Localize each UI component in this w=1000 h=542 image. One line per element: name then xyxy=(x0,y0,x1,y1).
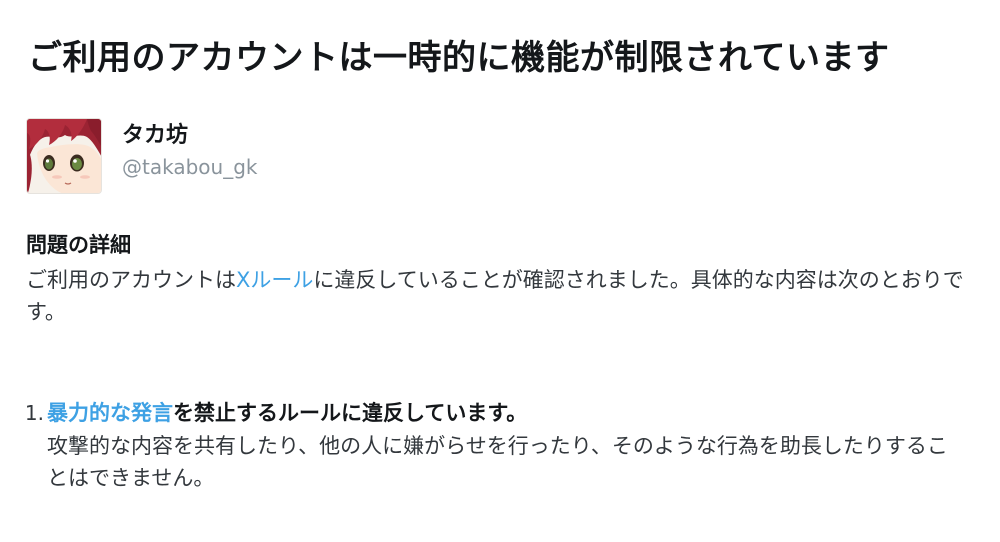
account-names: タカ坊 @takabou_gk xyxy=(122,118,257,181)
page-title: ご利用のアカウントは一時的に機能が制限されています xyxy=(28,38,890,78)
violation-description: 攻撃的な内容を共有したり、他の人に嫌がらせを行ったり、そのような行為を助長したり… xyxy=(47,434,948,490)
account-handle: @takabou_gk xyxy=(122,155,258,179)
account-card: タカ坊 @takabou_gk xyxy=(26,118,257,198)
details-description: ご利用のアカウントはXルールに違反していることが確認されました。具体的な内容は次… xyxy=(26,264,966,328)
suspension-notice: ご利用のアカウントは一時的に機能が制限されています タカ坊 @takabou_g… xyxy=(0,0,1000,542)
x-rules-link[interactable]: Xルール xyxy=(236,268,313,292)
violent-speech-link[interactable]: 暴力的な発言 xyxy=(47,401,173,425)
avatar xyxy=(26,118,102,194)
display-name: タカ坊 xyxy=(122,123,189,148)
violation-number: 1. xyxy=(24,401,44,425)
anime-avatar-icon xyxy=(27,119,101,193)
violation-body: 暴力的な発言を禁止するルールに違反しています。 攻撃的な内容を共有したり、他の人… xyxy=(47,397,967,494)
violation-title: 暴力的な発言を禁止するルールに違反しています。 xyxy=(47,397,967,429)
details-heading: 問題の詳細 xyxy=(26,233,131,257)
violation-item: 1. 暴力的な発言を禁止するルールに違反しています。 攻撃的な内容を共有したり、… xyxy=(14,397,974,494)
violation-list: 1. 暴力的な発言を禁止するルールに違反しています。 攻撃的な内容を共有したり、… xyxy=(14,397,974,494)
violation-title-rest: を禁止するルールに違反しています。 xyxy=(173,401,528,425)
details-text-prefix: ご利用のアカウントは xyxy=(26,268,236,292)
